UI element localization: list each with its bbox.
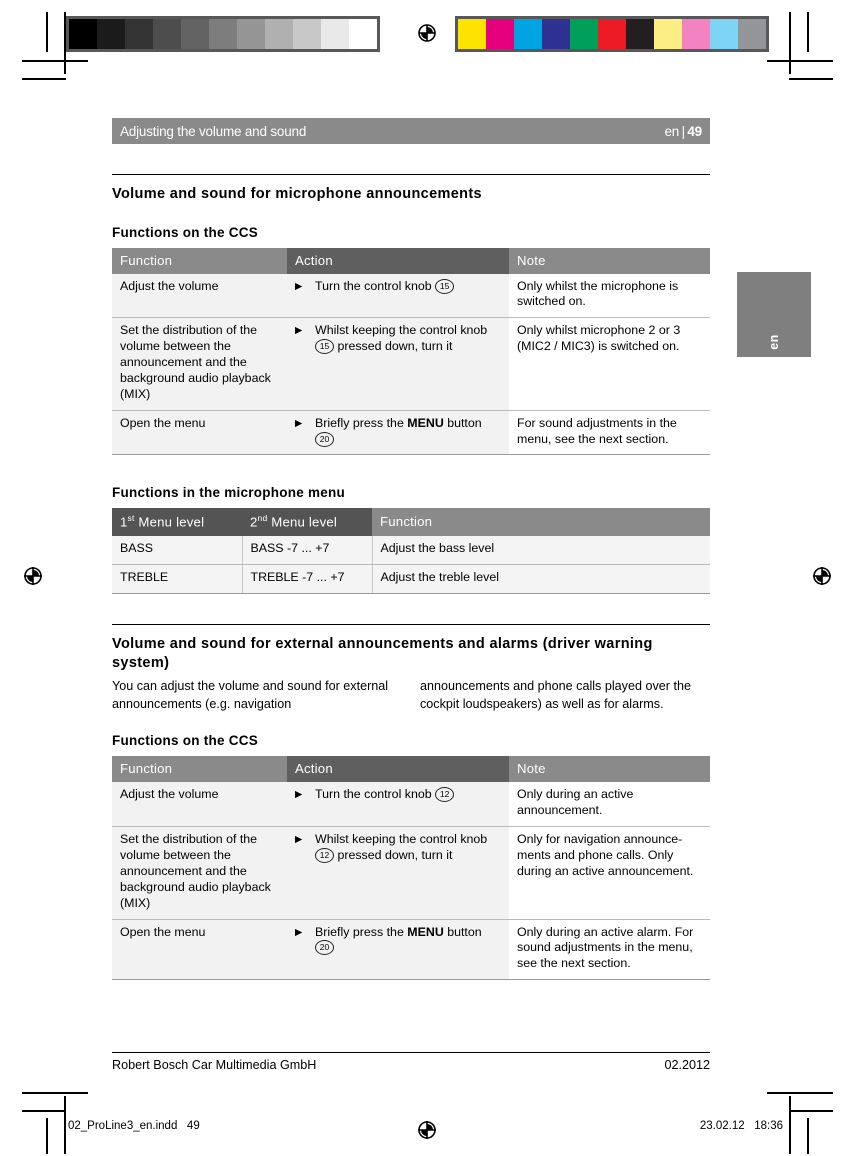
- cell-menu-level-1: TREBLE: [112, 564, 242, 594]
- language-code: en: [664, 123, 680, 139]
- control-reference-15: 15: [315, 339, 334, 355]
- cell-function: Adjust the treble level: [371, 564, 710, 594]
- column-header-function: Function: [112, 247, 287, 274]
- print-slug-line: 02_ProLine3_en.indd 49 23.02.12 18:36: [0, 1108, 855, 1152]
- section3-title: Volume and sound for external announceme…: [112, 635, 653, 672]
- language-thumb-tab: en: [737, 272, 811, 357]
- cell-action: ▶ Briefly press the MENU button 20: [287, 410, 509, 456]
- section3-intro-paragraph: You can adjust the volume and sound for …: [112, 678, 710, 714]
- cell-action: ▶ Whilst keeping the control knob 15 pres…: [287, 317, 509, 411]
- page-content: Adjusting the volume and sound en | 49 V…: [112, 118, 710, 981]
- table-row: Open the menu ▶ Briefly press the MENU but…: [112, 919, 710, 981]
- table-row: TREBLE TREBLE -7 ... +7 Adjust the treble …: [112, 564, 710, 594]
- cell-note: Only whilst the microphone is switched o…: [509, 273, 710, 319]
- cell-action: ▶ Whilst keeping the control knob 12 pres…: [287, 826, 509, 920]
- cell-note: Only whilst microphone 2 or 3 (MIC2 / MI…: [509, 317, 710, 411]
- control-reference-20: 20: [315, 940, 334, 956]
- action-keyword: MENU: [407, 924, 444, 939]
- bullet-triangle-icon: ▶: [295, 789, 303, 801]
- column-header-menu-level-2: 2nd Menu level: [242, 508, 372, 536]
- column-header-action: Action: [287, 756, 509, 783]
- footer-date: 02.2012: [664, 1058, 710, 1072]
- menu-level-2-rest: Menu level: [267, 514, 338, 530]
- chapter-title: Adjusting the volume and sound: [120, 123, 307, 139]
- table-header-row: Function Action Note: [112, 247, 710, 274]
- cell-note: Only during an active alarm. For sound a…: [509, 919, 710, 981]
- cell-function: Open the menu: [112, 919, 287, 981]
- cell-function: Adjust the volume: [112, 782, 287, 828]
- running-header: Adjusting the volume and sound en | 49: [112, 118, 710, 144]
- cell-function: Open the menu: [112, 410, 287, 456]
- cell-function: Set the distribution of the volume betwe…: [112, 317, 287, 411]
- footer-company: Robert Bosch Car Multimedia GmbH: [112, 1058, 317, 1072]
- page-number: 49: [687, 123, 702, 139]
- section1-subtitle: Functions on the CCS: [112, 224, 258, 240]
- table-row: Adjust the volume ▶ Turn the control knob …: [112, 273, 710, 319]
- cell-note: Only for navigation announce-ments and p…: [509, 826, 710, 920]
- bullet-triangle-icon: ▶: [295, 834, 303, 846]
- column-header-note: Note: [509, 247, 710, 274]
- registration-mark-bottom-icon: [414, 1117, 440, 1143]
- page-locator: en | 49: [664, 124, 702, 139]
- cell-action: ▶ Turn the control knob 12: [287, 782, 509, 828]
- microphone-menu-table: 1st Menu level 2nd Menu level Function B…: [112, 508, 710, 594]
- column-header-action: Action: [287, 247, 509, 274]
- table-row: Set the distribution of the volume betwe…: [112, 317, 710, 411]
- section2-subtitle: Functions in the microphone menu: [112, 485, 346, 501]
- menu-level-1-rest: Menu level: [134, 514, 205, 530]
- page-footer: Robert Bosch Car Multimedia GmbH 02.2012: [112, 1052, 710, 1072]
- column-header-function: Function: [112, 756, 287, 783]
- action-text: Briefly press the MENU button 20: [315, 925, 501, 957]
- menu-level-1-num: 1: [120, 514, 128, 530]
- table-row: BASS BASS -7 ... +7 Adjust the bass level: [112, 535, 710, 565]
- menu-level-1-sup: st: [127, 513, 135, 524]
- cell-menu-level-2: TREBLE -7 ... +7: [241, 564, 372, 594]
- column-header-function: Function: [372, 508, 710, 536]
- cell-note: For sound adjustments in the menu, see t…: [509, 410, 710, 456]
- control-reference-12: 12: [435, 787, 455, 803]
- control-reference-20: 20: [315, 431, 334, 447]
- document-page: en Adjusting the volume and sound en | 4…: [0, 0, 855, 1156]
- cell-function: Set the distribution of the volume betwe…: [112, 826, 287, 920]
- thumb-tab-label: en: [767, 334, 781, 350]
- table-row: Open the menu ▶ Briefly press the MENU but…: [112, 410, 710, 456]
- cell-menu-level-1: BASS: [112, 535, 242, 565]
- cell-function: Adjust the bass level: [371, 535, 710, 565]
- action-text: Turn the control knob 15: [315, 278, 501, 295]
- table-header-row: 1st Menu level 2nd Menu level Function: [112, 508, 710, 536]
- menu-level-2-sup: nd: [257, 513, 268, 524]
- slug-filename: 02_ProLine3_en.indd 49: [68, 1120, 200, 1132]
- action-text: Whilst keeping the control knob 15 press…: [315, 323, 488, 355]
- action-keyword: MENU: [407, 415, 444, 430]
- cell-action: ▶ Briefly press the MENU button 20: [287, 919, 509, 981]
- section-rule: [112, 174, 710, 175]
- ccs-functions-table-1: Function Action Note Adjust the volume ▶ T…: [112, 247, 710, 456]
- bullet-triangle-icon: ▶: [295, 280, 303, 292]
- action-text: Whilst keeping the control knob 12 press…: [315, 832, 488, 864]
- ccs-functions-table-2: Function Action Note Adjust the volume ▶ T…: [112, 756, 710, 981]
- action-text: Briefly press the MENU button 20: [315, 416, 501, 448]
- menu-level-2-num: 2: [250, 514, 258, 530]
- cell-note: Only during an active announcement.: [509, 782, 710, 828]
- intro-column-right: announcements and phone calls played ove…: [420, 678, 691, 711]
- bullet-triangle-icon: ▶: [295, 417, 303, 429]
- intro-column-left: You can adjust the volume and sound for …: [112, 678, 389, 711]
- section3-subtitle: Functions on the CCS: [112, 733, 258, 749]
- table-header-row: Function Action Note: [112, 756, 710, 783]
- section1-title: Volume and sound for microphone announce…: [112, 186, 482, 202]
- cell-menu-level-2: BASS -7 ... +7: [241, 535, 372, 565]
- bullet-triangle-icon: ▶: [295, 926, 303, 938]
- slug-timestamp: 23.02.12 18:36: [699, 1120, 783, 1132]
- control-reference-12: 12: [315, 848, 334, 864]
- column-header-note: Note: [509, 756, 710, 783]
- table-row: Adjust the volume ▶ Turn the control knob …: [112, 782, 710, 828]
- table-row: Set the distribution of the volume betwe…: [112, 826, 710, 920]
- action-text: Turn the control knob 12: [315, 787, 501, 803]
- bullet-triangle-icon: ▶: [295, 325, 303, 337]
- cell-action: ▶ Turn the control knob 15: [287, 273, 509, 319]
- cell-function: Adjust the volume: [112, 273, 287, 319]
- column-header-menu-level-1: 1st Menu level: [112, 508, 242, 536]
- section-rule: [112, 623, 710, 625]
- control-reference-15: 15: [435, 278, 455, 294]
